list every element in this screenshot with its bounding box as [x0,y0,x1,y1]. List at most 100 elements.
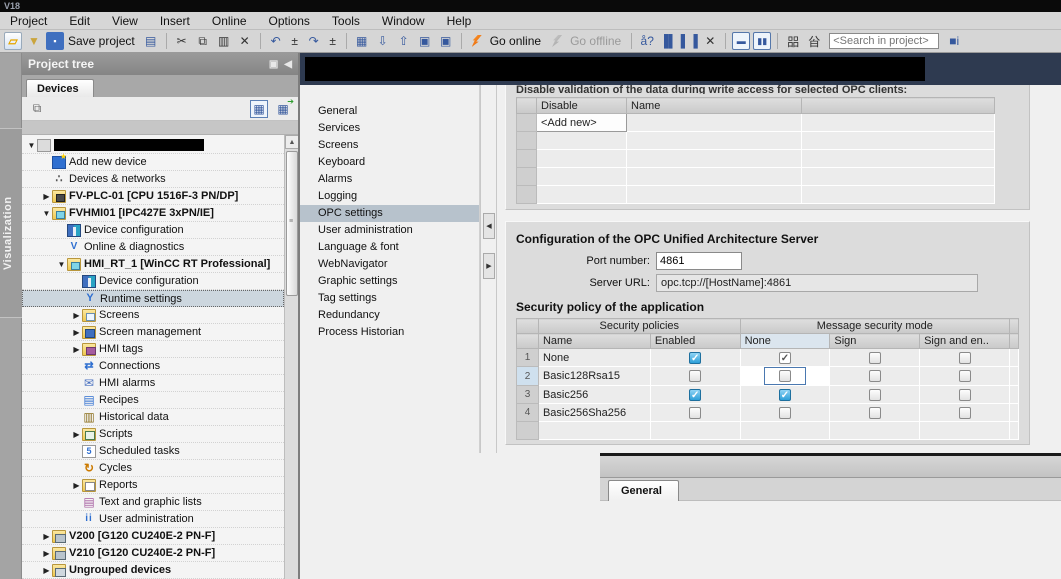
disable-cell[interactable] [537,132,627,150]
column-header-none[interactable]: None [740,334,830,349]
collapse-left-icon[interactable]: ◀ [483,213,495,239]
settings-category-tag-settings[interactable]: Tag settings [300,290,479,307]
checkbox-unchecked[interactable] [689,370,701,382]
settings-category-user-administration[interactable]: User administration [300,222,479,239]
scroll-up-icon[interactable]: ▲ [285,135,298,149]
tree-item-hmi-rt-1-wincc-rt-professional[interactable]: ▼HMI_RT_1 [WinCC RT Professional] [22,256,284,273]
accessible-devices-icon[interactable]: å? [638,32,656,50]
expander-right-icon[interactable]: ▶ [41,192,52,201]
expander-down-icon[interactable]: ▼ [56,260,67,269]
tree-item-v200-g120-cu240e-2-pn-f[interactable]: ▶V200 [G120 CU240E-2 PN-F] [22,528,284,545]
tree-item-ungrouped-devices[interactable]: ▶Ungrouped devices [22,562,284,579]
save-project-button[interactable]: Save project [68,34,135,48]
opc-clients-table[interactable]: DisableName<Add new> [516,97,995,204]
checkbox-checked[interactable]: ✓ [689,389,701,401]
menu-help[interactable]: Help [447,14,472,28]
checkbox-unchecked[interactable] [869,370,881,382]
checkbox-unchecked[interactable] [959,352,971,364]
go-online-button[interactable]: Go online [490,34,541,48]
column-header-sign-and-en[interactable]: Sign and en.. [920,334,1010,349]
tree-item-hmi-alarms[interactable]: HMI alarms [22,375,284,392]
tree-item-screens[interactable]: ▶Screens [22,307,284,324]
search-input[interactable] [829,33,939,49]
name-cell[interactable] [627,150,802,168]
name-cell[interactable] [627,114,802,132]
tree-item-devices-networks[interactable]: Devices & networks [22,171,284,188]
enabled-cell[interactable]: ✓ [650,349,740,367]
settings-category-redundancy[interactable]: Redundancy [300,307,479,324]
checkbox-unchecked[interactable] [869,389,881,401]
tree-item-connections[interactable]: Connections [22,358,284,375]
enabled-cell[interactable] [650,367,740,386]
menu-view[interactable]: View [112,14,138,28]
project-library-icon[interactable]: ■i [945,32,963,50]
name-cell[interactable] [627,132,802,150]
sign-cell[interactable] [830,367,920,386]
undo-dropdown-icon[interactable]: ± [288,32,302,50]
disable-cell[interactable] [537,168,627,186]
policy-name-cell[interactable]: None [538,349,650,367]
table-row[interactable] [517,168,995,186]
tree-item-device-configuration[interactable]: Device configuration [22,273,284,290]
security-policy-row-basic256[interactable]: 3Basic256✓✓ [517,386,1019,404]
tab-general[interactable]: General [608,480,679,501]
tree-item-recipes[interactable]: Recipes [22,392,284,409]
tree-item-v210-g120-cu240e-2-pn-f[interactable]: ▶V210 [G120 CU240E-2 PN-F] [22,545,284,562]
scrollbar-thumb[interactable]: ≡ [286,151,298,296]
checkbox-unchecked[interactable] [779,370,791,382]
sign-and-encrypt-cell[interactable] [920,404,1010,422]
settings-category-opc-settings[interactable]: OPC settings [300,205,479,222]
table-row[interactable] [517,150,995,168]
open-editor-icon[interactable]: ▦ [274,100,292,118]
expander-down-icon[interactable]: ▼ [41,209,52,218]
stop-simulation-icon[interactable]: ▌▐ [680,32,698,50]
collapse-right-icon[interactable]: ▶ [483,253,495,279]
enabled-cell[interactable] [650,404,740,422]
redo-icon[interactable]: ↷ [305,32,323,50]
settings-category-services[interactable]: Services [300,120,479,137]
print-icon[interactable]: ▤ [142,32,160,50]
cross-reference-icon[interactable]: ✕ [701,32,719,50]
disable-cell[interactable]: <Add new> [537,114,627,132]
table-row[interactable] [517,186,995,204]
checkbox-unchecked[interactable] [959,370,971,382]
settings-category-alarms[interactable]: Alarms [300,171,479,188]
tree-item-runtime-settings[interactable]: Runtime settings [22,290,284,307]
sign-cell[interactable] [830,349,920,367]
security-policy-table[interactable]: Security policiesMessage security modeNa… [516,318,1019,440]
settings-category-keyboard[interactable]: Keyboard [300,154,479,171]
go-offline-icon[interactable] [548,32,566,50]
policy-name-cell[interactable]: Basic128Rsa15 [538,367,650,386]
copy-icon[interactable]: ⧉ [194,32,212,50]
tree-item-historical-data[interactable]: Historical data [22,409,284,426]
tree-item-fv-plc-01-cpu-1516f-3-pn-dp[interactable]: ▶FV-PLC-01 [CPU 1516F-3 PN/DP] [22,188,284,205]
tree-item-user-administration[interactable]: User administration [22,511,284,528]
expander-right-icon[interactable]: ▶ [71,430,82,439]
tree-item-scheduled-tasks[interactable]: Scheduled tasks [22,443,284,460]
go-offline-button[interactable]: Go offline [570,34,621,48]
pane-splitter[interactable]: ◀ ▶ [480,85,497,453]
none-cell[interactable] [740,404,830,422]
tree-item-online-diagnostics[interactable]: Online & diagnostics [22,239,284,256]
name-cell[interactable] [627,168,802,186]
security-policy-row-basic128rsa15[interactable]: 2Basic128Rsa15 [517,367,1019,386]
security-policy-row-basic256sha256[interactable]: 4Basic256Sha256 [517,404,1019,422]
save-project-icon[interactable]: ▪ [46,32,64,50]
name-cell[interactable] [627,186,802,204]
checkbox-unchecked[interactable] [959,407,971,419]
table-row[interactable] [517,132,995,150]
tree-item-reports[interactable]: ▶Reports [22,477,284,494]
policy-name-cell[interactable]: Basic256Sha256 [538,404,650,422]
menu-project[interactable]: Project [10,14,47,28]
sign-and-encrypt-cell[interactable] [920,386,1010,404]
download-to-device-icon[interactable]: ⇩ [374,32,392,50]
split-editor-horizontal-icon[interactable]: ▬ [732,32,750,50]
tree-scrollbar[interactable]: ▲ ≡ [284,135,298,579]
go-online-icon[interactable] [468,32,486,50]
undo-icon[interactable]: ↶ [267,32,285,50]
tab-devices[interactable]: Devices [26,79,94,97]
checkbox-checked[interactable]: ✓ [779,389,791,401]
compile-icon[interactable]: ▦ [353,32,371,50]
expander-right-icon[interactable]: ▶ [71,345,82,354]
settings-category-logging[interactable]: Logging [300,188,479,205]
